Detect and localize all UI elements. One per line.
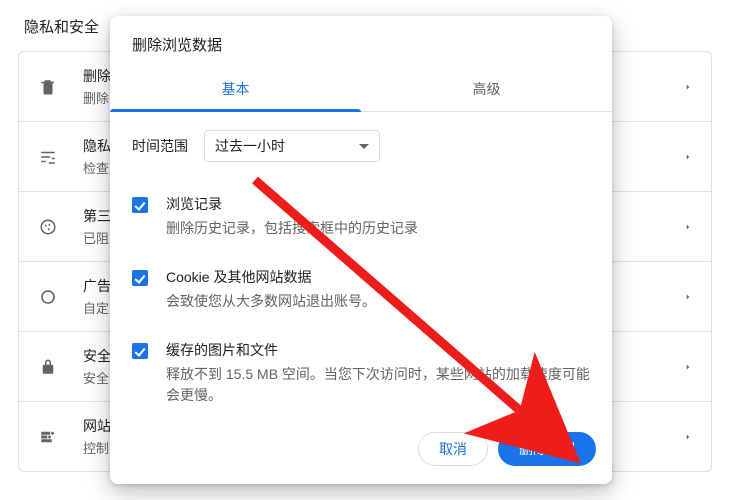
time-range-select[interactable]: 过去一小时 — [204, 130, 380, 162]
chevron-right-icon — [683, 362, 693, 372]
dialog-tabs: 基本 高级 — [110, 69, 612, 112]
checkbox-history[interactable] — [132, 197, 148, 213]
cancel-button[interactable]: 取消 — [418, 432, 488, 466]
caret-down-icon — [359, 144, 369, 149]
check-cache: 缓存的图片和文件 释放不到 15.5 MB 空间。当您下次访问时，某些网站的加载… — [132, 330, 590, 420]
check-cookies: Cookie 及其他网站数据 会致使您从大多数网站退出账号。 — [132, 257, 590, 330]
check-history: 浏览记录 删除历史记录，包括搜索框中的历史记录 — [132, 184, 590, 257]
confirm-button[interactable]: 删除数据 — [498, 432, 596, 466]
checkbox-cache[interactable] — [132, 343, 148, 359]
check-cache-sub: 释放不到 15.5 MB 空间。当您下次访问时，某些网站的加载速度可能会更慢。 — [166, 364, 590, 406]
lock-icon — [37, 356, 59, 378]
check-cookies-title: Cookie 及其他网站数据 — [166, 267, 376, 287]
time-range-label: 时间范围 — [132, 136, 188, 156]
check-cookies-sub: 会致使您从大多数网站退出账号。 — [166, 291, 376, 312]
sliders-icon — [37, 426, 59, 448]
checkbox-cookies[interactable] — [132, 270, 148, 286]
trash-icon — [37, 76, 59, 98]
time-range-value: 过去一小时 — [215, 136, 285, 156]
dialog-title: 删除浏览数据 — [110, 16, 612, 69]
ads-icon — [37, 286, 59, 308]
tab-basic[interactable]: 基本 — [110, 69, 361, 111]
clear-data-dialog: 删除浏览数据 基本 高级 时间范围 过去一小时 浏览记录 删除历史记录，包括搜索… — [110, 16, 612, 484]
tune-icon — [37, 146, 59, 168]
dialog-body: 时间范围 过去一小时 浏览记录 删除历史记录，包括搜索框中的历史记录 Cooki… — [110, 112, 612, 420]
chevron-right-icon — [683, 432, 693, 442]
chevron-right-icon — [683, 82, 693, 92]
check-history-sub: 删除历史记录，包括搜索框中的历史记录 — [166, 218, 418, 239]
chevron-right-icon — [683, 222, 693, 232]
chevron-right-icon — [683, 292, 693, 302]
dialog-footer: 取消 删除数据 — [110, 420, 612, 484]
cookie-icon — [37, 216, 59, 238]
check-cache-title: 缓存的图片和文件 — [166, 340, 590, 360]
check-history-title: 浏览记录 — [166, 194, 418, 214]
tab-advanced[interactable]: 高级 — [361, 69, 612, 111]
chevron-right-icon — [683, 152, 693, 162]
